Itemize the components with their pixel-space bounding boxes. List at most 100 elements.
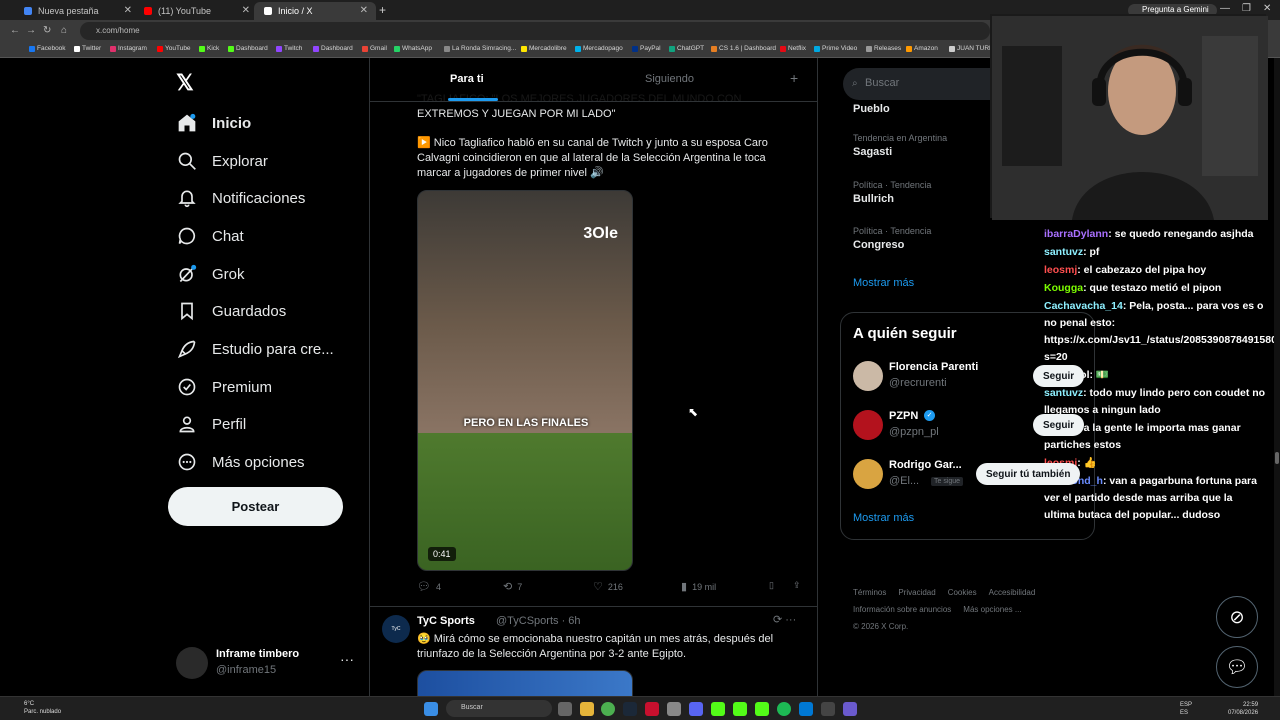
- app-icon[interactable]: [843, 702, 857, 716]
- url-bar[interactable]: x.com/home: [80, 22, 990, 40]
- grok-fab-icon[interactable]: ⊘: [1216, 596, 1258, 638]
- spotify-icon[interactable]: [777, 702, 791, 716]
- scrollbar[interactable]: [1274, 58, 1280, 696]
- add-tab-icon[interactable]: +: [790, 70, 798, 86]
- minimize-icon[interactable]: —: [1220, 3, 1230, 14]
- taskbar-search[interactable]: Buscar: [446, 700, 552, 717]
- chat-username[interactable]: ibarraDylann: [1044, 228, 1108, 240]
- chrome-icon[interactable]: [601, 702, 615, 716]
- kick-icon[interactable]: [711, 702, 725, 716]
- reply-button[interactable]: 💬︎ 4: [417, 580, 441, 593]
- tweet-video[interactable]: 3Ole PERO EN LAS FINALES 0:41: [417, 190, 633, 571]
- views-button[interactable]: ▮ 19 mil: [681, 580, 716, 593]
- chat-username[interactable]: Kougga: [1044, 282, 1083, 294]
- bookmark-item[interactable]: JUAN TURR: [949, 45, 994, 52]
- tweet-media[interactable]: [417, 670, 633, 696]
- trend-item[interactable]: Tendencia en Argentina Sagasti: [853, 133, 947, 158]
- new-tab-icon[interactable]: +: [379, 3, 386, 17]
- post-button[interactable]: Postear: [168, 487, 343, 526]
- language-indicator[interactable]: ESP ES: [1180, 701, 1192, 717]
- trend-item[interactable]: Política · Tendencia Bullrich: [853, 180, 931, 205]
- app-icon[interactable]: [667, 702, 681, 716]
- bookmark-item[interactable]: PayPal: [632, 45, 661, 52]
- browser-tab[interactable]: (11) YouTube ✕: [134, 2, 258, 20]
- bookmark-item[interactable]: YouTube: [157, 45, 191, 52]
- scrollbar-thumb[interactable]: [1275, 452, 1279, 464]
- close-window-icon[interactable]: ✕: [1263, 3, 1271, 14]
- close-tab-icon[interactable]: ✕: [242, 5, 250, 16]
- chat-username[interactable]: Cachavacha_14: [1044, 300, 1123, 312]
- nav-item-premium[interactable]: Premium: [176, 372, 272, 402]
- more-dots-icon[interactable]: ···: [340, 651, 354, 667]
- bookmark-item[interactable]: WhatsApp: [394, 45, 432, 52]
- system-clock[interactable]: 22:59 07/08/2026: [1228, 701, 1258, 717]
- bookmark-item[interactable]: Mercadopago: [575, 45, 623, 52]
- browser-tab-active[interactable]: Inicio / X ✕: [254, 2, 376, 20]
- maximize-icon[interactable]: ❐: [1242, 3, 1251, 14]
- follow-button[interactable]: Seguir: [1033, 365, 1085, 387]
- x-logo-icon[interactable]: 𝕏: [176, 70, 194, 96]
- bookmark-item[interactable]: Gmail: [362, 45, 387, 52]
- nav-item-perfil[interactable]: Perfil: [176, 409, 246, 439]
- follow-button[interactable]: Seguir: [1033, 414, 1085, 436]
- nav-item-estudio[interactable]: Estudio para cre...: [176, 334, 334, 364]
- nav-item-grok[interactable]: Grok: [176, 259, 245, 289]
- trend-item[interactable]: Pueblo: [853, 100, 890, 115]
- bookmark-item[interactable]: Dashboard: [313, 45, 353, 52]
- bookmark-item[interactable]: Amazon: [906, 45, 938, 52]
- nav-item-notificaciones[interactable]: Notificaciones: [176, 183, 305, 213]
- app-icon[interactable]: [799, 702, 813, 716]
- back-icon[interactable]: ←: [10, 25, 20, 36]
- reload-icon[interactable]: ↻: [43, 25, 51, 36]
- nav-item-mas-opciones[interactable]: Más opciones: [176, 447, 305, 477]
- chat-username[interactable]: santuvz: [1044, 246, 1083, 258]
- task-view-icon[interactable]: [558, 702, 572, 716]
- bookmark-item[interactable]: Twitter: [74, 45, 101, 52]
- bookmark-item[interactable]: ChatGPT: [669, 45, 704, 52]
- show-more-link[interactable]: Mostrar más: [853, 512, 914, 524]
- nav-item-inicio[interactable]: Inicio: [176, 108, 251, 138]
- bookmark-item[interactable]: Prime Video: [814, 45, 857, 52]
- app-icon[interactable]: [645, 702, 659, 716]
- bookmark-item[interactable]: Facebook: [29, 45, 66, 52]
- bookmark-item[interactable]: Instagram: [110, 45, 147, 52]
- tab-following[interactable]: Siguiendo: [645, 73, 694, 85]
- discord-icon[interactable]: [689, 702, 703, 716]
- chat-username[interactable]: santuvz: [1044, 387, 1083, 399]
- nav-item-chat[interactable]: Chat: [176, 221, 244, 251]
- like-button[interactable]: ♡ 216: [593, 580, 623, 593]
- file-explorer-icon[interactable]: [580, 702, 594, 716]
- close-tab-icon[interactable]: ✕: [124, 5, 132, 16]
- bookmark-tweet-icon[interactable]: ▯: [769, 580, 774, 591]
- nav-item-guardados[interactable]: Guardados: [176, 296, 286, 326]
- bookmark-item[interactable]: Kick: [199, 45, 219, 52]
- share-icon[interactable]: ⇪: [793, 580, 801, 591]
- repost-button[interactable]: ⟲ 7: [503, 580, 522, 593]
- chat-username[interactable]: leosmj: [1044, 264, 1077, 276]
- bookmark-item[interactable]: Dashboard: [228, 45, 268, 52]
- tweet-menu-icon[interactable]: ⟳ ···: [773, 613, 796, 626]
- weather-widget[interactable]: 6°C Parc. nublado: [8, 700, 61, 716]
- kick-icon[interactable]: [733, 702, 747, 716]
- bookmark-item[interactable]: Mercadolibre: [521, 45, 567, 52]
- avatar[interactable]: TyC: [382, 615, 410, 643]
- bookmark-item[interactable]: La Ronda Simracing...: [444, 45, 516, 52]
- windows-start-icon[interactable]: [424, 702, 438, 716]
- tab-for-you[interactable]: Para ti: [450, 73, 484, 85]
- bookmark-item[interactable]: Releases: [866, 45, 901, 52]
- browser-tab[interactable]: Nueva pestaña ✕: [14, 2, 140, 20]
- follow-back-button[interactable]: Seguir tú también: [976, 463, 1081, 485]
- bookmark-item[interactable]: Twitch: [276, 45, 302, 52]
- messages-fab-icon[interactable]: 💬︎: [1216, 646, 1258, 688]
- tweet-author-name[interactable]: TyC Sports: [417, 615, 475, 627]
- nav-item-explorar[interactable]: Explorar: [176, 146, 268, 176]
- steam-icon[interactable]: [623, 702, 637, 716]
- close-tab-icon[interactable]: ✕: [360, 5, 368, 16]
- bookmark-item[interactable]: Netflix: [780, 45, 806, 52]
- bookmark-item[interactable]: CS 1.6 | Dashboard: [711, 45, 776, 52]
- trend-item[interactable]: Política · Tendencia Congreso: [853, 226, 931, 251]
- forward-icon[interactable]: →: [26, 25, 36, 36]
- home-browser-icon[interactable]: ⌂: [61, 25, 67, 36]
- account-switcher[interactable]: Inframe timbero @inframe15 ···: [176, 645, 356, 681]
- app-icon[interactable]: [821, 702, 835, 716]
